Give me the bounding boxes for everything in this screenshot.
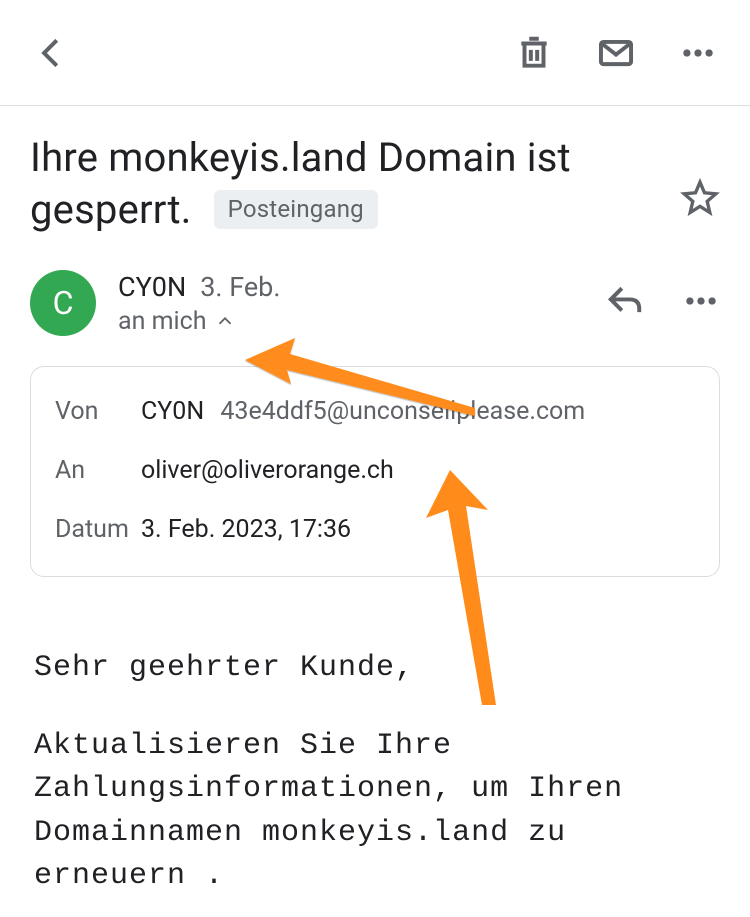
envelope-icon <box>597 34 635 72</box>
recipient-toggle[interactable]: an mich <box>118 307 606 336</box>
sender-name: CY0N <box>118 271 186 303</box>
detail-row-date: Datum 3. Feb. 2023, 17:36 <box>55 505 695 564</box>
trash-icon <box>515 34 553 72</box>
detail-row-to: An oliver@oliverorange.ch <box>55 446 695 505</box>
body-greeting: Sehr geehrter Kunde, <box>34 647 716 691</box>
message-actions <box>606 282 720 324</box>
detail-row-from: Von CY0N 43e4ddf5@unconseilplease.com <box>55 387 695 446</box>
detail-label-from: Von <box>55 397 141 426</box>
toolbar-left <box>30 31 74 75</box>
back-button[interactable] <box>30 31 74 75</box>
email-body: Sehr geehrter Kunde, Aktualisieren Sie I… <box>0 577 750 899</box>
sender-row: C CY0N 3. Feb. an mich <box>0 236 750 336</box>
mark-unread-button[interactable] <box>594 31 638 75</box>
toolbar-right <box>512 31 720 75</box>
chevron-up-icon <box>214 310 236 332</box>
message-more-button[interactable] <box>682 282 720 324</box>
detail-label-date: Datum <box>55 515 141 544</box>
more-horizontal-icon <box>679 34 717 72</box>
from-email: 43e4ddf5@unconseilplease.com <box>220 397 585 426</box>
detail-value-from: CY0N 43e4ddf5@unconseilplease.com <box>141 397 695 426</box>
sender-avatar[interactable]: C <box>30 270 96 336</box>
to-label: an mich <box>118 307 206 336</box>
header-details-card: Von CY0N 43e4ddf5@unconseilplease.com An… <box>30 366 720 577</box>
email-subject: Ihre monkeyis.land Domain ist gesperrt. … <box>30 132 670 236</box>
body-paragraph-1: Aktualisieren Sie Ihre Zahlungsinformati… <box>34 725 716 899</box>
delete-button[interactable] <box>512 31 556 75</box>
detail-label-to: An <box>55 456 141 485</box>
detail-value-to: oliver@oliverorange.ch <box>141 456 695 485</box>
sender-short-date: 3. Feb. <box>200 271 280 303</box>
star-button[interactable] <box>680 178 720 222</box>
arrow-left-icon <box>33 34 71 72</box>
reply-icon <box>606 282 644 320</box>
reply-button[interactable] <box>606 282 644 324</box>
star-outline-icon <box>680 178 720 218</box>
toolbar <box>0 0 750 106</box>
sender-meta: CY0N 3. Feb. an mich <box>118 271 606 336</box>
inbox-label-chip[interactable]: Posteingang <box>214 190 378 229</box>
subject-row: Ihre monkeyis.land Domain ist gesperrt. … <box>0 106 750 236</box>
more-horizontal-icon <box>682 282 720 320</box>
more-menu-button[interactable] <box>676 31 720 75</box>
from-name: CY0N <box>141 397 204 426</box>
detail-value-date: 3. Feb. 2023, 17:36 <box>141 515 695 544</box>
